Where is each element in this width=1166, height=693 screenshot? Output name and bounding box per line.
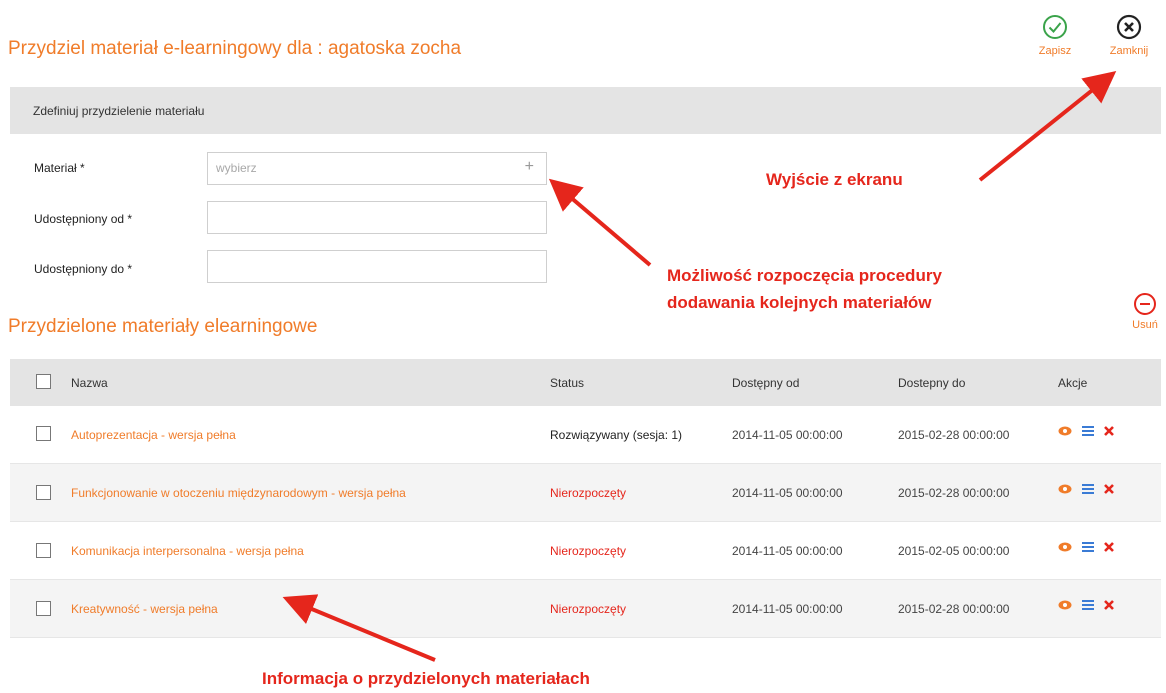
material-picker[interactable]: wybierz + <box>207 152 547 185</box>
close-button[interactable]: Zamknij <box>1104 14 1154 57</box>
save-button[interactable]: Zapisz <box>1034 14 1076 57</box>
page-title: Przydziel materiał e-learningowy dla : a… <box>8 38 462 59</box>
remove-label: Usuń <box>1132 319 1158 331</box>
status-text: Nierozpoczęty <box>550 544 627 558</box>
list-icon[interactable] <box>1082 542 1094 552</box>
available-to-value: 2015-02-28 00:00:00 <box>898 428 1010 442</box>
save-label: Zapisz <box>1038 45 1072 57</box>
available-to-field[interactable] <box>207 250 547 283</box>
column-available-from[interactable]: Dostępny od <box>732 376 799 390</box>
available-to-value: 2015-02-28 00:00:00 <box>898 486 1010 500</box>
annotation-info: Informacja o przydzielonych materiałach <box>262 669 590 688</box>
available-from-value: 2014-11-05 00:00:00 <box>732 602 843 616</box>
table-row: Autoprezentacja - wersja pełna Rozwiązyw… <box>10 406 1161 464</box>
eye-icon[interactable] <box>1058 542 1072 552</box>
available-to-value: 2015-02-28 00:00:00 <box>898 602 1010 616</box>
define-section-title: Zdefiniuj przydzielenie materiału <box>33 104 205 118</box>
delete-icon[interactable] <box>1104 542 1114 552</box>
assigned-section-title: Przydzielone materiały elearningowe <box>8 316 318 337</box>
eye-icon[interactable] <box>1058 484 1072 494</box>
delete-icon[interactable] <box>1104 484 1114 494</box>
material-label: Materiał * <box>34 161 85 175</box>
list-icon[interactable] <box>1082 426 1094 436</box>
column-actions: Akcje <box>1058 376 1088 390</box>
status-text: Nierozpoczęty <box>550 602 627 616</box>
minus-circle-icon <box>1134 293 1156 315</box>
status-text: Rozwiązywany (sesja: 1) <box>550 428 683 442</box>
check-circle-icon <box>1043 15 1067 39</box>
list-icon[interactable] <box>1082 484 1094 494</box>
select-all-checkbox[interactable] <box>36 374 51 389</box>
plus-icon[interactable]: + <box>525 158 534 176</box>
table-row: Komunikacja interpersonalna - wersja peł… <box>10 522 1161 580</box>
x-circle-icon <box>1116 14 1142 40</box>
delete-icon[interactable] <box>1104 426 1114 436</box>
eye-icon[interactable] <box>1058 600 1072 610</box>
available-from-field[interactable] <box>207 201 547 234</box>
define-section-header: Zdefiniuj przydzielenie materiału <box>10 87 1161 134</box>
material-name-link[interactable]: Autoprezentacja - wersja pełna <box>71 428 236 442</box>
eye-icon[interactable] <box>1058 426 1072 436</box>
material-placeholder: wybierz <box>216 161 257 175</box>
row-checkbox[interactable] <box>36 601 51 616</box>
available-from-value: 2014-11-05 00:00:00 <box>732 544 843 558</box>
column-status[interactable]: Status <box>550 376 584 390</box>
available-from-value: 2014-11-05 00:00:00 <box>732 486 843 500</box>
remove-button[interactable]: Usuń <box>1127 292 1163 331</box>
table-row: Kreatywność - wersja pełna Nierozpoczęty… <box>10 580 1161 638</box>
column-available-to: Dostepny do <box>898 376 966 390</box>
close-label: Zamknij <box>1109 45 1149 57</box>
available-from-label: Udostępniony od * <box>34 212 133 226</box>
available-to-label: Udostępniony do * <box>34 262 133 276</box>
status-text: Nierozpoczęty <box>550 486 627 500</box>
row-checkbox[interactable] <box>36 426 51 441</box>
material-name-link[interactable]: Komunikacja interpersonalna - wersja peł… <box>71 544 304 558</box>
annotation-add-line1: Możliwość rozpoczęcia procedury <box>667 266 942 285</box>
row-checkbox[interactable] <box>36 485 51 500</box>
delete-icon[interactable] <box>1104 600 1114 610</box>
list-icon[interactable] <box>1082 600 1094 610</box>
available-to-value: 2015-02-05 00:00:00 <box>898 544 1010 558</box>
table-header: Nazwa Status Dostępny od Dostepny do Akc… <box>10 359 1161 406</box>
arrow-to-add <box>548 178 652 267</box>
annotation-add-line2: dodawania kolejnych materiałów <box>667 293 932 312</box>
available-from-value: 2014-11-05 00:00:00 <box>732 428 843 442</box>
annotation-exit: Wyjście z ekranu <box>766 170 903 189</box>
material-name-link[interactable]: Funkcjonowanie w otoczeniu międzynarodow… <box>71 486 406 500</box>
row-checkbox[interactable] <box>36 543 51 558</box>
column-name[interactable]: Nazwa <box>71 376 108 390</box>
table-row: Funkcjonowanie w otoczeniu międzynarodow… <box>10 464 1161 522</box>
material-name-link[interactable]: Kreatywność - wersja pełna <box>71 602 218 616</box>
